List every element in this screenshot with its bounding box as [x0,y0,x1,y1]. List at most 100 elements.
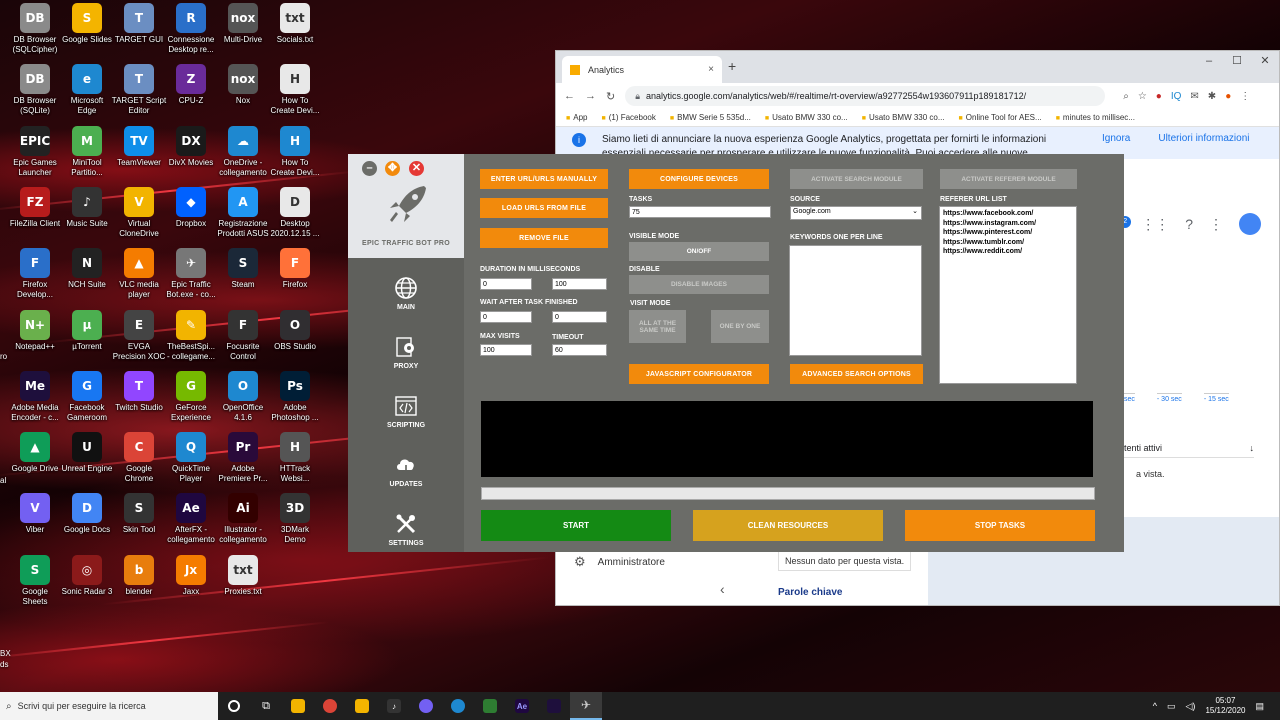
extension-icon[interactable]: IQ [1171,91,1182,102]
tab-analytics[interactable]: Analytics × [562,56,722,83]
help-icon[interactable]: ? [1185,216,1193,232]
nav-proxy[interactable]: PROXY [348,335,464,370]
app-icon: Ai [228,493,258,524]
app-icon: Me [20,370,50,401]
bookmark-item[interactable]: (1) Facebook [601,113,656,122]
taskbar-edge[interactable] [442,692,474,720]
wait-min-field[interactable] [480,311,532,323]
desktop-shortcut[interactable]: H How To Create Devi... [264,64,326,116]
banner-more-link[interactable]: Ulteriori informazioni [1158,133,1249,144]
taskbar-app[interactable] [538,692,570,720]
taskbar-chrome[interactable] [314,692,346,720]
tasks-field[interactable] [629,206,771,218]
extension-icon[interactable]: ● [1156,91,1162,102]
apps-grid-icon[interactable]: ⋮⋮ [1141,216,1169,233]
configure-devices-button[interactable]: CONFIGURE DEVICES [629,169,769,189]
admin-item[interactable]: ⚙ Amministratore [556,549,754,575]
activate-referer-button[interactable]: ACTIVATE REFERER MODULE [940,169,1077,189]
star-icon[interactable]: ☆ [1138,91,1147,102]
duration-max-field[interactable] [552,278,607,290]
app-icon: EPIC [20,125,50,156]
new-tab-button[interactable]: + [728,58,736,74]
reload-icon[interactable]: ↻ [606,90,615,103]
visible-mode-toggle[interactable]: ON/OFF [629,242,769,261]
nav-updates[interactable]: UPDATES [348,453,464,488]
desktop-shortcut[interactable]: H How To Create Devi... [264,125,326,178]
visit-all-button[interactable]: ALL AT THE SAME TIME [629,310,686,343]
taskbar-app[interactable] [346,692,378,720]
enter-urls-button[interactable]: ENTER URL/URLS MANUALLY [480,169,608,189]
puzzle-icon[interactable]: ✱ [1208,91,1216,102]
banner-ignore-link[interactable]: Ignora [1102,133,1130,144]
keywords-heading[interactable]: Parole chiave [778,587,842,598]
notifications-icon[interactable]: ▤ [1255,701,1264,712]
collapse-icon[interactable]: ‹ [720,581,725,597]
tab-title: Analytics [588,64,625,75]
nav-main[interactable]: MAIN [348,276,464,311]
duration-min-field[interactable] [480,278,532,290]
profile-icon[interactable]: ● [1225,91,1231,102]
bookmark-item[interactable]: Usato BMW 330 co... [862,113,945,122]
avatar[interactable] [1239,213,1261,235]
sort-arrow-icon[interactable]: ↓ [1250,443,1255,453]
javascript-configurator-button[interactable]: JAVASCRIPT CONFIGURATOR [629,364,769,384]
forward-icon[interactable]: → [585,90,596,102]
bookmark-item[interactable]: BMW Serie 5 535d... [670,113,751,122]
clock[interactable]: 05:07 15/12/2020 [1205,696,1245,716]
move-icon[interactable]: ✥ [385,161,400,176]
wait-max-field[interactable] [552,311,607,323]
clean-resources-button[interactable]: CLEAN RESOURCES [693,510,883,541]
taskbar-app[interactable] [474,692,506,720]
cortana-button[interactable] [218,692,250,720]
advanced-search-button[interactable]: ADVANCED SEARCH OPTIONS [790,364,923,384]
desktop-shortcut[interactable]: H HTTrack Websi... [264,432,326,484]
menu-icon[interactable]: ⋮ [1240,91,1250,102]
desktop-shortcut[interactable]: 3D 3DMark Demo [264,493,326,545]
timeout-field[interactable] [552,344,607,356]
more-icon[interactable]: ⋮ [1209,216,1223,233]
remove-file-button[interactable]: REMOVE FILE [480,228,608,248]
desktop-shortcut[interactable]: txt Proxies.txt [212,554,274,597]
desktop-shortcut[interactable]: Ps Adobe Photoshop ... [264,370,326,423]
keywords-textarea[interactable] [789,245,922,356]
address-bar[interactable]: 🔒︎ analytics.google.com/analytics/web/#/… [625,86,1106,106]
taskbar-viber[interactable] [410,692,442,720]
start-button[interactable]: START [481,510,671,541]
close-icon[interactable]: ✕ [409,161,424,176]
disable-images-button[interactable]: DISABLE IMAGES [629,275,769,294]
taskbar-app[interactable]: ♪ [378,692,410,720]
desktop-shortcut[interactable]: txt Socials.txt [264,3,326,45]
desktop-shortcut[interactable]: D Desktop 2020.12.15 ... [264,186,326,239]
task-view-button[interactable]: ⧉ [250,692,282,720]
max-visits-field[interactable] [480,344,532,356]
desktop-shortcut[interactable]: F Firefox [264,248,326,290]
visit-one-by-one-button[interactable]: ONE BY ONE [711,310,769,343]
bookmark-item[interactable]: Usato BMW 330 co... [765,113,848,122]
taskbar-aftereffects[interactable]: Ae [506,692,538,720]
referer-list[interactable]: https://www.facebook.com/https://www.ins… [939,206,1077,384]
activate-search-button[interactable]: ACTIVATE SEARCH MODULE [790,169,923,189]
bookmark-item[interactable]: Online Tool for AES... [959,113,1042,122]
minimize-icon[interactable]: – [362,161,377,176]
stop-tasks-button[interactable]: STOP TASKS [905,510,1095,541]
nav-scripting[interactable]: SCRIPTING [348,394,464,429]
tray-arrow-icon[interactable]: ^ [1153,701,1157,711]
bookmark-item[interactable]: App [566,113,587,122]
volume-icon[interactable]: ◁) [1186,701,1196,712]
bookmark-item[interactable]: minutes to millisec... [1056,113,1135,122]
search-icon[interactable]: ⌕ [1123,91,1129,102]
maximize-button[interactable]: ☐ [1223,51,1251,71]
network-icon[interactable]: ▭ [1167,701,1176,712]
extension-icon[interactable]: ✉ [1190,91,1198,102]
minimize-button[interactable]: – [1195,51,1223,71]
tab-close-icon[interactable]: × [708,64,714,75]
nav-settings[interactable]: SETTINGS [348,512,464,547]
load-urls-button[interactable]: LOAD URLS FROM FILE [480,198,608,218]
taskbar-explorer[interactable] [282,692,314,720]
back-icon[interactable]: ← [564,90,575,102]
taskbar-search[interactable]: ⌕ Scrivi qui per eseguire la ricerca [0,692,218,720]
desktop-shortcut[interactable]: O OBS Studio [264,309,326,352]
close-button[interactable]: ✕ [1251,51,1279,71]
source-select[interactable]: Google.com ⌄ [790,206,922,220]
taskbar-epic-traffic-bot[interactable]: ✈ [570,692,602,720]
